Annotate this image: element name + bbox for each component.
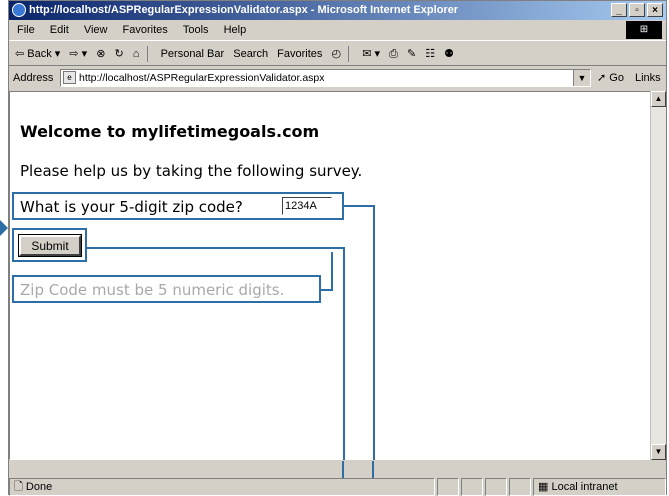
windows-logo-icon: ⊞ [626, 21, 662, 39]
back-button[interactable]: ⇦ Back ▾ [15, 48, 60, 60]
zone-text: Local intranet [551, 481, 618, 493]
title-bar: http://localhost/ASPRegularExpressionVal… [9, 1, 666, 20]
browser-window: http://localhost/ASPRegularExpressionVal… [8, 0, 667, 496]
validation-error-message: Zip Code must be 5 numeric digits. [20, 281, 285, 299]
menu-edit[interactable]: Edit [50, 24, 69, 36]
home-icon[interactable]: ⌂ [133, 48, 140, 60]
menu-file[interactable]: File [17, 24, 35, 36]
zip-callout-line [344, 205, 374, 207]
forward-button[interactable]: ⇨ ▾ [69, 48, 87, 60]
submit-callout-line [342, 461, 344, 478]
status-panel [437, 478, 459, 496]
discuss-icon[interactable]: ☷ [425, 48, 435, 60]
scroll-down-icon[interactable]: ▼ [651, 444, 666, 460]
address-label: Address [13, 72, 54, 84]
survey-intro: Please help us by taking the following s… [20, 162, 363, 180]
zip-callout-line [372, 461, 374, 478]
menu-favorites[interactable]: Favorites [123, 24, 168, 36]
page-content: Welcome to mylifetimegoals.com Please he… [9, 91, 654, 460]
page-title: Welcome to mylifetimegoals.com [20, 122, 320, 141]
submit-callout-line [343, 247, 345, 460]
callout-pointer-arrow [0, 220, 8, 236]
stop-icon[interactable]: ⊗ [96, 48, 105, 60]
go-label: Go [609, 72, 624, 84]
submit-callout-box: Submit [12, 228, 87, 262]
address-bar: Address e http://localhost/ASPRegularExp… [9, 67, 666, 106]
menu-tools[interactable]: Tools [183, 24, 209, 36]
toolbar-separator [348, 46, 350, 63]
messenger-icon[interactable]: ⚉ [444, 48, 454, 60]
status-panel [461, 478, 483, 496]
submit-callout-line [87, 247, 345, 249]
close-button[interactable]: × [647, 3, 663, 17]
go-button[interactable]: ➚ Go [597, 67, 624, 89]
maximize-button[interactable]: ▫ [629, 3, 645, 17]
address-url: http://localhost/ASPRegularExpressionVal… [79, 72, 325, 84]
vertical-scrollbar[interactable]: ▲ ▼ [650, 91, 666, 460]
error-callout-box: Zip Code must be 5 numeric digits. [12, 275, 321, 303]
menu-help[interactable]: Help [224, 24, 247, 36]
error-callout-line [331, 252, 333, 290]
status-bar: 🗋 Done ▦ Local intranet [9, 461, 666, 496]
print-icon[interactable]: ⎙ [389, 48, 398, 60]
window-title: http://localhost/ASPRegularExpressionVal… [29, 4, 459, 16]
history-icon[interactable]: ◴ [331, 48, 341, 60]
zone-cell: ▦ Local intranet [533, 478, 666, 496]
menu-bar: File Edit View Favorites Tools Help ⊞ [9, 20, 666, 41]
scroll-up-icon[interactable]: ▲ [651, 91, 666, 107]
search-button[interactable]: Search [233, 48, 268, 60]
zip-label: What is your 5-digit zip code? [20, 198, 243, 216]
edit-icon[interactable]: ✎ [407, 48, 416, 60]
status-text: Done [25, 481, 53, 493]
page-icon: e [63, 71, 76, 84]
submit-button[interactable]: Submit [18, 234, 82, 257]
address-dropdown-icon[interactable]: ▼ [573, 70, 590, 86]
menu-view[interactable]: View [84, 24, 108, 36]
refresh-icon[interactable]: ↻ [115, 48, 124, 60]
status-panel [509, 478, 531, 496]
intranet-icon: ▦ [538, 481, 552, 493]
ie-icon [12, 3, 26, 17]
zip-callout-box: What is your 5-digit zip code? [12, 192, 344, 220]
status-panel [485, 478, 507, 496]
zip-callout-line [373, 205, 375, 460]
page-done-icon: 🗋 [14, 481, 26, 493]
standard-toolbar: ⇦ Back ▾ ⇨ ▾ ⊗ ↻ ⌂ Personal Bar Search F… [9, 42, 666, 66]
zip-code-input[interactable] [282, 197, 332, 215]
address-input[interactable]: e http://localhost/ASPRegularExpressionV… [60, 69, 591, 87]
favorites-button[interactable]: Favorites [277, 48, 322, 60]
toolbar-separator [146, 46, 148, 63]
mail-icon[interactable]: ✉ ▾ [362, 48, 380, 60]
status-text-cell: 🗋 Done [9, 478, 435, 496]
personal-bar-button[interactable]: Personal Bar [161, 48, 225, 60]
minimize-button[interactable]: _ [611, 3, 627, 17]
